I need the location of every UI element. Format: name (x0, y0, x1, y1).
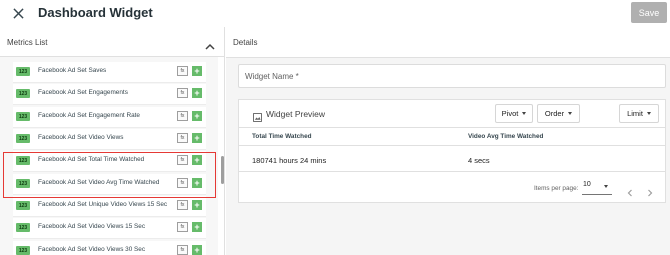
column-header: Video Avg Time Watched (468, 133, 544, 140)
metric-label: Facebook Ad Set Engagement Rate (38, 112, 140, 119)
formula-button[interactable]: fx (177, 111, 188, 121)
preview-title: Widget Preview (266, 109, 326, 119)
add-metric-button[interactable]: + (192, 200, 202, 210)
metrics-panel: Metrics List 123 Facebook Ad Set Saves f… (0, 27, 225, 255)
formula-button[interactable]: fx (177, 222, 188, 232)
metric-item[interactable]: 123 Facebook Ad Set Engagement Rate fx + (13, 107, 206, 128)
metric-label: Facebook Ad Set Engagements (38, 89, 128, 96)
divider (239, 171, 665, 172)
metric-item[interactable]: 123 Facebook Ad Set Saves fx + (13, 62, 206, 83)
number-type-badge: 123 (16, 112, 30, 121)
metric-label: Facebook Ad Set Saves (38, 67, 107, 74)
add-metric-button[interactable]: + (192, 88, 202, 98)
add-metric-button[interactable]: + (192, 66, 202, 76)
metric-item[interactable]: 123 Facebook Ad Set Engagements fx + (13, 84, 206, 105)
metric-item[interactable]: 123 Facebook Ad Set Video Views 30 Sec f… (13, 241, 206, 255)
selection-highlight (3, 152, 216, 198)
caret-down-icon (522, 112, 527, 115)
chevron-left-icon[interactable] (626, 184, 634, 197)
metric-label: Facebook Ad Set Video Views 30 Sec (38, 246, 146, 253)
metric-item[interactable]: 123 Facebook Ad Set Video Views 15 Sec f… (13, 218, 206, 239)
metric-item[interactable]: 123 Facebook Ad Set Video Views fx + (13, 129, 206, 150)
add-metric-button[interactable]: + (192, 133, 202, 143)
order-label: Order (544, 109, 565, 118)
image-icon (253, 109, 262, 122)
widget-preview-card: Widget Preview Pivot Order Limit Total T… (238, 99, 666, 203)
metric-label: Facebook Ad Set Video Views 15 Sec (38, 223, 146, 230)
top-bar: Dashboard Widget Save (0, 0, 670, 27)
add-metric-button[interactable]: + (192, 222, 202, 232)
metrics-header[interactable]: Metrics List (0, 27, 225, 57)
formula-button[interactable]: fx (177, 245, 188, 255)
caret-down-icon (568, 112, 573, 115)
number-type-badge: 123 (16, 201, 30, 210)
order-button[interactable]: Order (537, 104, 580, 123)
number-type-badge: 123 (16, 89, 30, 98)
caret-down-icon (646, 112, 651, 115)
limit-button[interactable]: Limit (619, 104, 659, 123)
items-per-page-label: Items per page: (534, 185, 579, 192)
number-type-badge: 123 (16, 223, 30, 232)
metrics-title: Metrics List (7, 38, 48, 47)
formula-button[interactable]: fx (177, 200, 188, 210)
caret-down-icon (604, 185, 608, 188)
divider (239, 145, 665, 146)
details-title: Details (233, 38, 258, 47)
formula-button[interactable]: fx (177, 88, 188, 98)
metric-item[interactable]: 123 Facebook Ad Set Unique Video Views 1… (13, 196, 206, 217)
formula-button[interactable]: fx (177, 133, 188, 143)
table-cell: 4 secs (468, 156, 490, 165)
items-per-page-value: 10 (583, 181, 591, 188)
items-per-page-select[interactable]: 10 (582, 181, 612, 195)
page-title: Dashboard Widget (38, 5, 153, 20)
chevron-up-icon[interactable] (205, 38, 215, 50)
add-metric-button[interactable]: + (192, 111, 202, 121)
save-button[interactable]: Save (631, 2, 667, 23)
scrollbar-thumb[interactable] (221, 156, 224, 184)
chevron-right-icon[interactable] (646, 184, 654, 197)
column-header: Total Time Watched (252, 133, 312, 140)
limit-label: Limit (627, 109, 643, 118)
pivot-button[interactable]: Pivot (495, 104, 533, 123)
pivot-label: Pivot (501, 109, 519, 118)
number-type-badge: 123 (16, 134, 30, 143)
number-type-badge: 123 (16, 67, 30, 76)
add-metric-button[interactable]: + (192, 245, 202, 255)
table-cell: 180741 hours 24 mins (252, 156, 327, 165)
formula-button[interactable]: fx (177, 66, 188, 76)
metric-label: Facebook Ad Set Unique Video Views 15 Se… (38, 201, 168, 208)
divider (239, 127, 665, 128)
number-type-badge: 123 (16, 246, 30, 255)
close-icon[interactable] (10, 5, 26, 21)
metric-label: Facebook Ad Set Video Views (38, 134, 124, 141)
widget-name-input[interactable]: Widget Name * (238, 64, 666, 88)
